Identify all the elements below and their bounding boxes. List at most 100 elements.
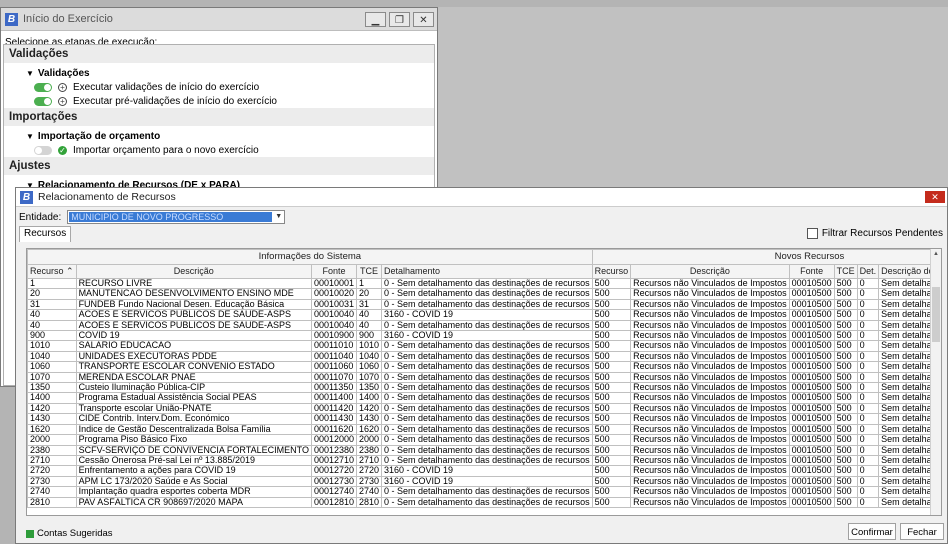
table-cell[interactable]: 500 [591,330,632,342]
table-cell[interactable]: 1040 [355,350,383,363]
table-cell[interactable]: 1040 [27,350,77,363]
table-cell[interactable]: Recursos não Vinculados de Impostos [630,475,790,488]
table-cell[interactable]: 2810 [355,496,383,508]
table-cell[interactable]: 500 [833,486,858,498]
table-cell[interactable]: 00012730 [310,475,358,488]
table-cell[interactable]: TRANSPORTE ESCOLAR CONVENIO ESTADO [75,361,312,373]
table-cell[interactable]: Recursos não Vinculados de Impostos [630,454,790,467]
table-cell[interactable]: 1 [27,277,77,290]
table-cell[interactable]: 2810 [27,496,77,508]
table-cell[interactable]: 00010500 [788,382,835,394]
table-cell[interactable]: 500 [591,486,632,498]
toggle-switch[interactable] [34,82,52,92]
table-cell[interactable]: 0 - Sem detalhamento das destinações de … [381,371,593,384]
table-cell[interactable]: Recursos não Vinculados de Impostos [630,350,790,363]
table-cell[interactable]: 500 [833,288,858,300]
restore-button[interactable]: ❐ [389,11,410,27]
table-cell[interactable]: 00011060 [310,361,358,373]
table-cell[interactable]: 1060 [355,361,383,373]
table-cell[interactable]: 1430 [27,413,77,425]
table-cell[interactable]: 00010500 [788,465,835,477]
table-cell[interactable]: 00011400 [310,392,358,404]
table-cell[interactable]: 900 [27,330,77,342]
table-cell[interactable]: 00010500 [788,454,835,467]
table-cell[interactable]: 500 [591,350,632,363]
table-row[interactable]: 1060 TRANSPORTE ESCOLAR CONVENIO ESTADO 00… [27,361,941,373]
table-cell[interactable]: 00012810 [310,496,358,508]
table-cell[interactable]: Recursos não Vinculados de Impostos [630,465,790,477]
table-cell[interactable]: 1350 [355,382,383,394]
table-cell[interactable]: 500 [833,309,858,321]
table-cell[interactable]: 00010500 [788,475,835,488]
vertical-scrollbar[interactable]: ▲ [930,249,941,515]
table-cell[interactable]: 1010 [355,340,383,352]
table-row[interactable]: 900 COVID 19 00010900 900 3160 - COVID 19 500… [27,330,941,342]
table-cell[interactable]: 500 [591,288,632,300]
table-cell[interactable]: 900 [355,330,383,342]
table-cell[interactable]: 00010500 [788,340,835,352]
table-cell[interactable]: Indice de Gestão Descentralizada Bolsa F… [75,423,312,436]
table-row[interactable]: 1400 Programa Estadual Assistência Social… [27,392,941,404]
table-cell[interactable]: 00010500 [788,444,835,456]
table-cell[interactable]: 500 [591,434,632,446]
table-cell[interactable]: Transporte escolar União-PNATE [75,402,312,415]
table-row[interactable]: 2710 Cessão Onerosa Pré-sal Lei nº 13.885… [27,454,941,467]
table-cell[interactable]: 2380 [355,444,383,456]
table-cell[interactable]: 40 [355,319,383,332]
table-row[interactable]: 40 ACOES E SERVICOS PUBLICOS DE SAUDE-ASP… [27,319,941,332]
table-cell[interactable]: 0 - Sem detalhamento das destinações de … [381,423,593,436]
table-cell[interactable]: Recursos não Vinculados de Impostos [630,496,790,508]
table-cell[interactable]: 500 [591,496,632,508]
table-cell[interactable]: 500 [833,277,858,290]
table-cell[interactable]: ACOES E SERVICOS PUBLICOS DE SAUDE-ASPS [75,319,312,332]
table-row[interactable]: 1 RECURSO LIVRE 00010001 1 0 - Sem detalhame… [27,277,941,290]
table-cell[interactable]: Enfrentamento a ações para COVID 19 [75,465,312,477]
table-cell[interactable]: MERENDA ESCOLAR PNAE [75,371,312,384]
table-cell[interactable]: UNIDADES EXECUTORAS PDDE [75,350,312,363]
table-cell[interactable]: 500 [591,423,632,436]
table-row[interactable]: 2740 Implantação quadra esportes coberta … [27,486,941,498]
table-cell[interactable]: 2740 [355,486,383,498]
table-row[interactable]: 2720 Enfrentamento a ações para COVID 19 0… [27,465,941,477]
table-cell[interactable]: 00010500 [788,319,835,332]
table-cell[interactable]: 0 [856,392,880,404]
table-cell[interactable]: 0 - Sem detalhamento das destinações de … [381,298,593,311]
close-button[interactable]: ✕ [925,191,945,203]
table-cell[interactable]: 500 [591,475,632,488]
table-cell[interactable]: 1010 [27,340,77,352]
table-cell[interactable]: 0 [856,371,880,384]
table-cell[interactable]: FUNDEB Fundo Nacional Desen. Educação Bá… [75,298,312,311]
table-cell[interactable]: 0 [856,382,880,394]
table-cell[interactable]: 2720 [355,465,383,477]
table-cell[interactable]: 500 [591,465,632,477]
table-cell[interactable]: 00010500 [788,298,835,311]
table-cell[interactable]: 40 [355,309,383,321]
table-cell[interactable]: 00012000 [310,434,358,446]
table-cell[interactable]: SCFV-SERVIÇO DE CONVIVENCIA FORTALECIMEN… [75,444,312,456]
table-cell[interactable]: 2740 [27,486,77,498]
table-cell[interactable]: COVID 19 [75,330,312,342]
table-cell[interactable]: 40 [27,309,77,321]
table-cell[interactable]: 0 - Sem detalhamento das destinações de … [381,319,593,332]
toggle-switch[interactable] [34,96,52,106]
table-cell[interactable]: Recursos não Vinculados de Impostos [630,309,790,321]
toggle-switch[interactable] [34,145,52,155]
table-cell[interactable]: 500 [833,402,858,415]
table-cell[interactable]: 00010500 [788,413,835,425]
table-cell[interactable]: SALARIO EDUCACAO [75,340,312,352]
table-cell[interactable]: 1060 [27,361,77,373]
table-cell[interactable]: 500 [591,309,632,321]
table-cell[interactable]: Implantação quadra esportes coberta MDR [75,486,312,498]
table-cell[interactable]: 500 [833,454,858,467]
table-cell[interactable]: 500 [833,413,858,425]
chevron-down-icon[interactable]: ▼ [274,212,283,222]
table-row[interactable]: 2810 PAV ASFÁLTICA CR 908697/2020 MAPA 000… [27,496,941,508]
table-cell[interactable]: 3160 - COVID 19 [381,309,593,321]
table-cell[interactable]: 00011010 [310,340,358,352]
table-cell[interactable]: Programa Estadual Assistência Social PEA… [75,392,312,404]
close-button[interactable]: ✕ [413,11,434,27]
table-cell[interactable]: 500 [591,444,632,456]
table-cell[interactable]: 500 [833,361,858,373]
table-cell[interactable]: 1400 [27,392,77,404]
table-cell[interactable]: 00010040 [310,319,358,332]
